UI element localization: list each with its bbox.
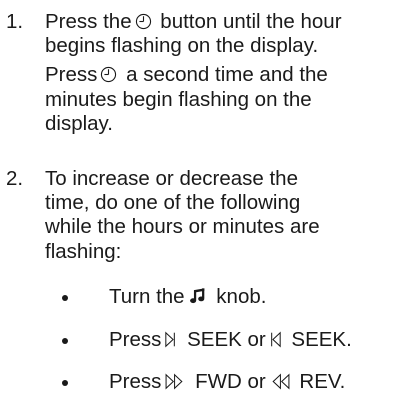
instruction-page: 1. Press the button until the hour begin… [0,0,404,398]
bullet-1-text: Turn the knob. [109,285,266,309]
clock-icon [135,13,152,30]
bullet-2-text-a: Press [109,328,162,351]
step-1-p2-text-c: minutes begin flashing on the [45,87,312,111]
step-1-body: Press the button until the hour begins f… [45,10,395,136]
step-1-p2-text-d: display. [45,111,113,135]
step-2-number: 2. [6,167,24,190]
bullet-3-text-a: Press [109,370,162,393]
bullet-1-text-b: knob. [210,285,267,308]
bullet-2-text-c: SEEK. [285,328,352,351]
step-1-p2-text-a: Press [45,63,98,87]
step-1-paragraph-2: Press a second time and the minutes begi… [45,63,395,136]
step-1-p1-text-b: button until the hour [154,10,342,33]
step-2-line-1: To increase or decrease the [45,167,298,190]
step-2-paragraph: To increase or decrease the time, do one… [45,167,395,264]
seek-back-icon [269,331,282,348]
step-2-line-2: time, do one of the following [45,191,301,215]
bullet-dot [62,338,68,344]
music-note-icon [189,287,207,305]
bullet-dot [62,380,68,386]
step-1-p1-text-c: begins flashing on the display. [45,34,319,58]
rewind-icon [269,373,291,390]
step-1-number: 1. [6,10,24,33]
bullet-3-text-b: FWD or [189,370,266,393]
bullet-2-text: Press SEEK or SEEK. [109,328,352,352]
bullet-item-3: Press FWD or REV. [0,370,404,396]
seek-forward-icon [164,331,177,348]
fast-forward-icon [164,373,186,390]
bullet-3-text-c: REV. [293,370,346,393]
step-1-p2-text-b: a second time and the [120,63,328,87]
step-2-line-4: flashing: [45,239,122,263]
clock-icon [100,66,117,83]
step-2-body: To increase or decrease the time, do one… [45,167,395,264]
bullet-item-1: Turn the knob. [0,285,404,311]
step-1-p1-text-a: Press the [45,10,132,33]
bullet-3-text: Press FWD or REV. [109,370,345,394]
step-1-paragraph-1: Press the button until the hour begins f… [45,10,395,58]
bullet-item-2: Press SEEK or SEEK. [0,328,404,354]
step-2-line-3: while the hours or minutes are [45,215,320,239]
bullet-2-text-b: SEEK or [181,328,266,351]
bullet-1-text-a: Turn the [109,285,185,308]
bullet-dot [62,295,68,301]
